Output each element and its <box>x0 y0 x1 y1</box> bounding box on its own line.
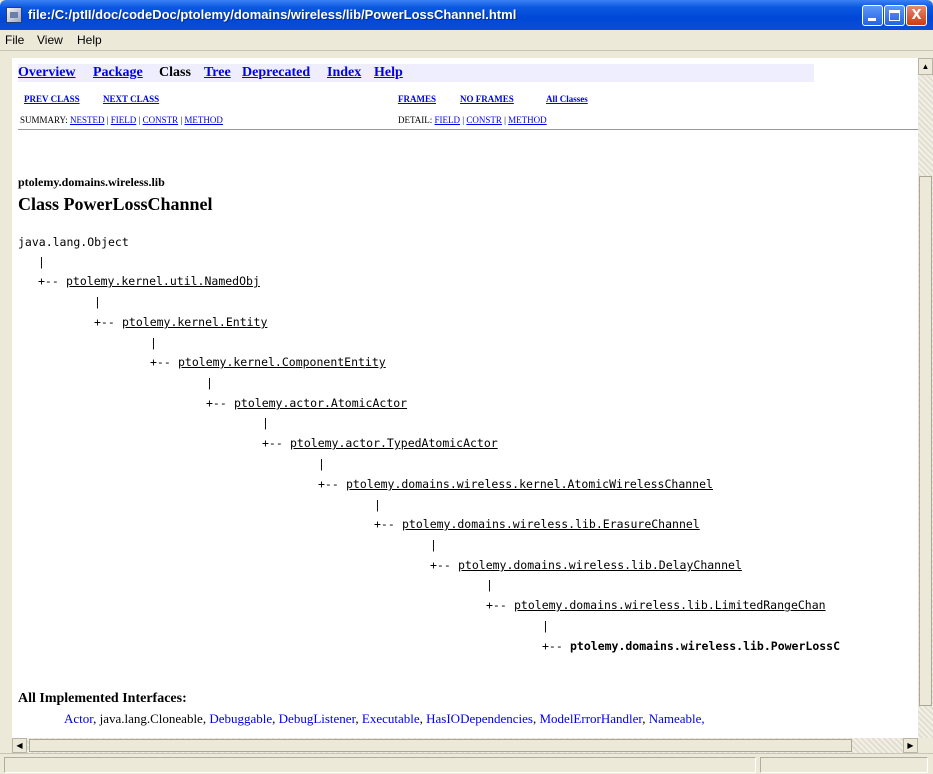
tree-pipe: | <box>374 498 381 512</box>
nav-help-link[interactable]: Help <box>374 65 403 81</box>
nav-overview-link[interactable]: Overview <box>18 65 76 81</box>
interface-link[interactable]: Nameable, <box>649 711 705 726</box>
tree-branch: +-- <box>150 355 171 369</box>
nav-class-current: Class <box>159 65 191 80</box>
tree-link-componententity[interactable]: ptolemy.kernel.ComponentEntity <box>178 355 386 369</box>
all-classes-link[interactable]: All Classes <box>546 94 588 104</box>
separator: | <box>504 115 506 125</box>
tree-pipe: | <box>94 295 101 309</box>
detail-field-link[interactable]: FIELD <box>435 115 461 125</box>
status-pane-zone <box>760 757 928 773</box>
detail-method-link[interactable]: METHOD <box>508 115 547 125</box>
close-button[interactable]: X <box>906 5 927 26</box>
status-pane-main <box>4 757 756 773</box>
scroll-left-arrow-icon[interactable]: ◀ <box>12 738 27 753</box>
vertical-scrollbar[interactable]: ▲ <box>918 58 933 738</box>
document-viewport[interactable]: Overview Package Class Tree Deprecated I… <box>12 58 918 738</box>
separator: | <box>106 115 109 125</box>
detail-links: DETAIL: FIELD | CONSTR | METHOD <box>398 115 547 125</box>
summary-nested-link[interactable]: NESTED <box>70 115 105 125</box>
title-bar[interactable]: file:/C:/ptII/doc/codeDoc/ptolemy/domain… <box>0 0 933 30</box>
nav-tree-link[interactable]: Tree <box>204 65 231 81</box>
summary-label: SUMMARY: <box>20 115 68 125</box>
separator: | <box>138 115 141 125</box>
interfaces-list: Actor, java.lang.Cloneable, Debuggable, … <box>64 711 705 727</box>
tree-branch: +-- <box>318 477 339 491</box>
tree-root: java.lang.Object <box>18 235 129 249</box>
tree-pipe: | <box>38 255 45 269</box>
interface-link[interactable]: Actor <box>64 711 93 726</box>
separator: | <box>462 115 465 125</box>
interface-link[interactable]: DebugListener <box>279 711 356 726</box>
interface-link[interactable]: Executable <box>362 711 420 726</box>
nav-index-link[interactable]: Index <box>327 65 361 81</box>
scroll-up-arrow-icon[interactable]: ▲ <box>918 58 933 75</box>
vertical-scroll-thumb[interactable] <box>919 176 932 706</box>
tree-pipe: | <box>486 578 493 592</box>
tree-branch: +-- <box>38 274 59 288</box>
frames-link[interactable]: FRAMES <box>398 94 436 104</box>
nav-package-link[interactable]: Package <box>93 65 143 81</box>
tree-link-namedobj[interactable]: ptolemy.kernel.util.NamedObj <box>66 274 260 288</box>
tree-pipe: | <box>206 376 213 390</box>
tree-link-entity[interactable]: ptolemy.kernel.Entity <box>122 315 267 329</box>
header-divider <box>18 129 918 130</box>
tree-pipe: | <box>430 538 437 552</box>
interface-link[interactable]: Debuggable <box>209 711 272 726</box>
tree-pipe: | <box>318 457 325 471</box>
horizontal-scroll-thumb[interactable] <box>29 739 852 752</box>
tree-branch: +-- <box>486 598 507 612</box>
summary-method-link[interactable]: METHOD <box>184 115 223 125</box>
interface-link[interactable]: HasIODependencies <box>426 711 533 726</box>
menu-view[interactable]: View <box>37 33 63 47</box>
minimize-icon <box>868 18 876 21</box>
close-icon: X <box>911 8 922 23</box>
interface-text: java.lang.Cloneable <box>99 711 203 726</box>
package-name: ptolemy.domains.wireless.lib <box>18 175 165 189</box>
implemented-interfaces-heading: All Implemented Interfaces: <box>18 691 187 706</box>
maximize-button[interactable] <box>884 5 905 26</box>
prev-class-link[interactable]: PREV CLASS <box>24 94 80 104</box>
tree-pipe: | <box>262 416 269 430</box>
tree-pipe: | <box>542 619 549 633</box>
next-class-link[interactable]: NEXT CLASS <box>103 94 159 104</box>
tree-link-limitedrangechannel[interactable]: ptolemy.domains.wireless.lib.LimitedRang… <box>514 598 826 612</box>
tree-pipe: | <box>150 336 157 350</box>
tree-current-class: ptolemy.domains.wireless.lib.PowerLossC <box>570 639 841 653</box>
summary-constr-link[interactable]: CONSTR <box>143 115 179 125</box>
summary-field-link[interactable]: FIELD <box>111 115 137 125</box>
tree-link-erasurechannel[interactable]: ptolemy.domains.wireless.lib.ErasureChan… <box>402 517 700 531</box>
status-bar <box>0 753 933 774</box>
class-title: Class PowerLossChannel <box>18 194 213 214</box>
tree-branch: +-- <box>94 315 115 329</box>
detail-constr-link[interactable]: CONSTR <box>466 115 502 125</box>
tree-branch: +-- <box>374 517 395 531</box>
minimize-button[interactable] <box>862 5 883 26</box>
scroll-right-arrow-icon[interactable]: ▶ <box>903 738 918 753</box>
tree-branch: +-- <box>430 558 451 572</box>
tree-link-atomicwirelesschannel[interactable]: ptolemy.domains.wireless.kernel.AtomicWi… <box>346 477 713 491</box>
tree-branch: +-- <box>206 396 227 410</box>
tree-branch: +-- <box>542 639 563 653</box>
interface-link[interactable]: ModelErrorHandler <box>539 711 642 726</box>
menu-bar: File View Help <box>0 30 933 51</box>
menu-file[interactable]: File <box>5 33 24 47</box>
no-frames-link[interactable]: NO FRAMES <box>460 94 514 104</box>
nav-deprecated-link[interactable]: Deprecated <box>242 65 310 81</box>
maximize-icon <box>889 10 900 21</box>
summary-links: SUMMARY: NESTED | FIELD | CONSTR | METHO… <box>20 115 223 125</box>
tree-link-typedatomicactor[interactable]: ptolemy.actor.TypedAtomicActor <box>290 436 498 450</box>
tree-link-atomicactor[interactable]: ptolemy.actor.AtomicActor <box>234 396 407 410</box>
window-title: file:/C:/ptII/doc/codeDoc/ptolemy/domain… <box>28 7 517 22</box>
detail-label: DETAIL: <box>398 115 433 125</box>
horizontal-scrollbar[interactable]: ◀ ▶ <box>12 738 918 753</box>
menu-help[interactable]: Help <box>77 33 102 47</box>
separator: | <box>180 115 183 125</box>
tree-link-delaychannel[interactable]: ptolemy.domains.wireless.lib.DelayChanne… <box>458 558 742 572</box>
browser-icon <box>6 7 22 23</box>
tree-branch: +-- <box>262 436 283 450</box>
